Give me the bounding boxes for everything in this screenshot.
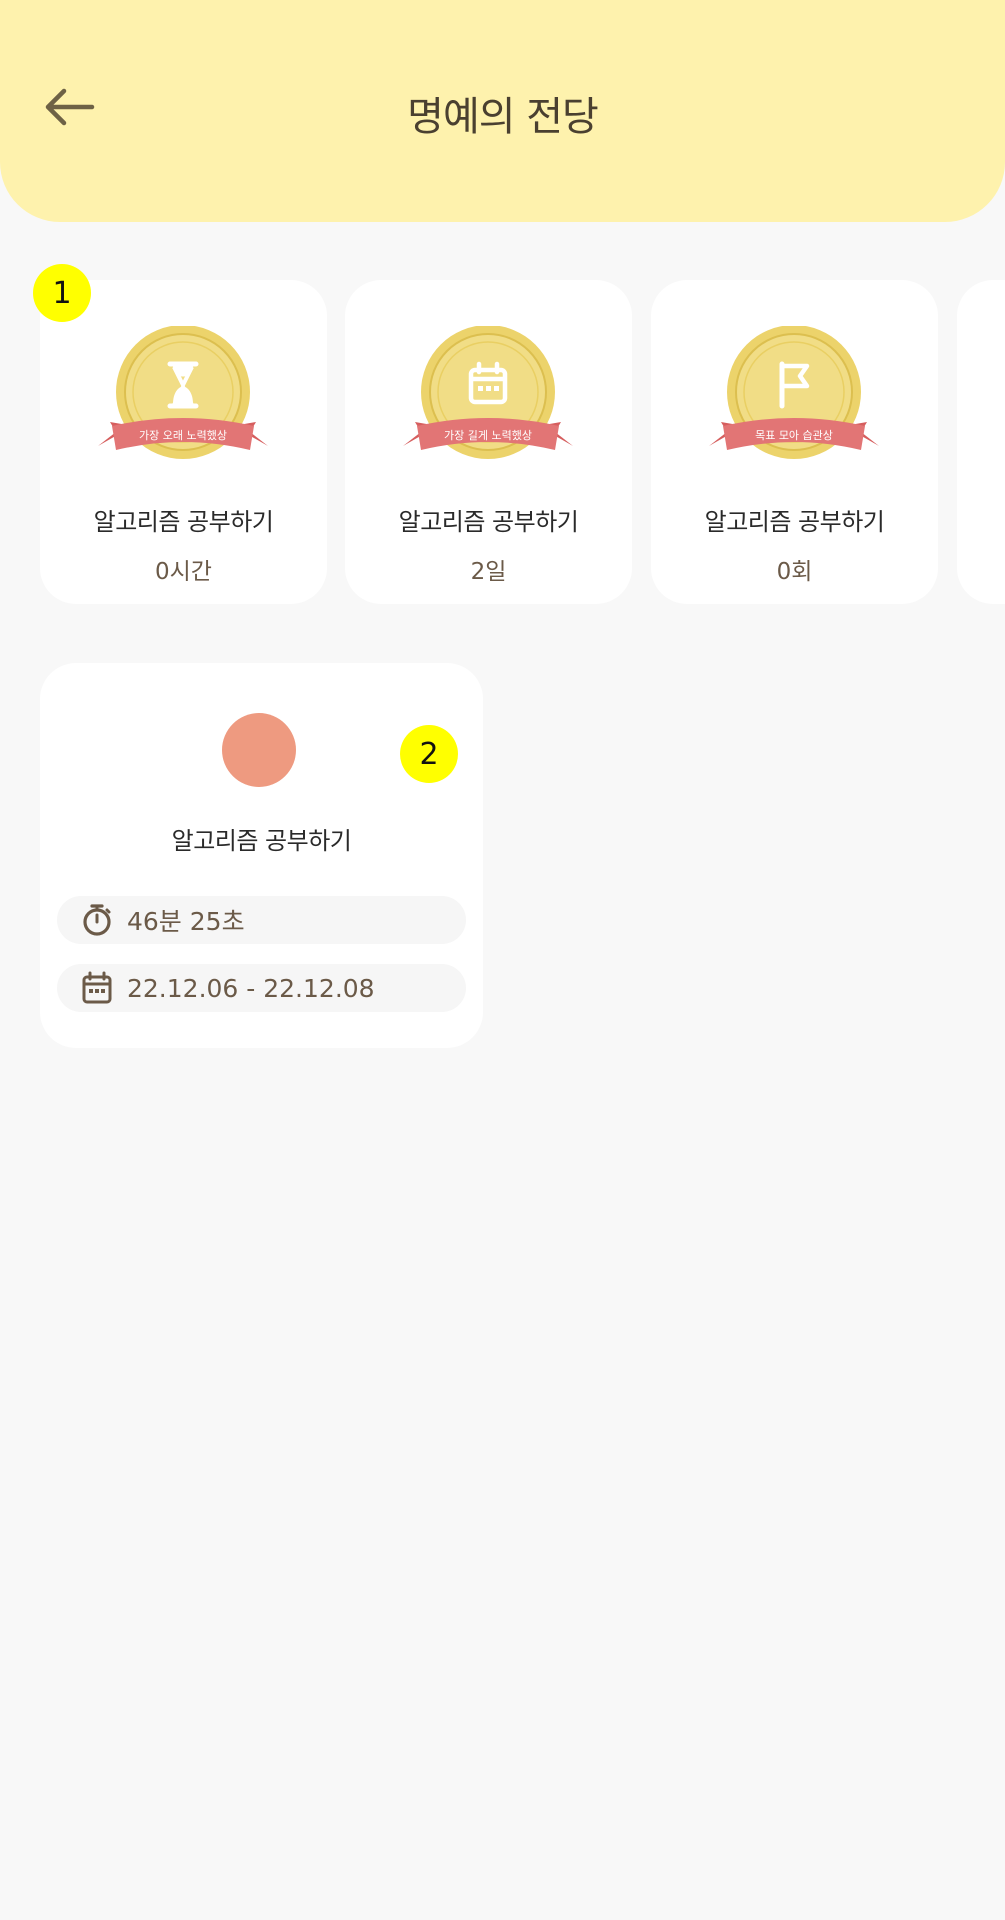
award-value: 2일 [470,559,507,585]
award-card-next[interactable] [957,280,1005,604]
awards-carousel[interactable]: 가장 오래 노력했상 알고리즘 공부하기 0시간 가장 길게 노력했상 알고리즘… [0,280,1005,604]
medal-badge: 가장 길게 노력했상 [403,326,573,459]
record-goal-name: 알고리즘 공부하기 [171,827,352,855]
award-value: 0시간 [155,559,212,585]
header: 명예의 전당 [0,0,1005,222]
duration-pill: 46분 25초 [57,896,466,944]
award-badge-label: 가장 오래 노력했상 [139,429,227,442]
stopwatch-icon [79,902,115,938]
period-text: 22.12.06 - 22.12.08 [127,973,375,1003]
award-card-habit[interactable]: 목표 모아 습관상 알고리즘 공부하기 0회 [651,280,938,604]
award-goal-name: 알고리즘 공부하기 [704,508,885,536]
duration-text: 46분 25초 [127,907,245,936]
marker-2: 2 [400,725,458,783]
goal-record-card[interactable]: 알고리즘 공부하기 46분 25초 22.12.06 - 22.12.08 [40,663,483,1048]
award-card-longest-time[interactable]: 가장 오래 노력했상 알고리즘 공부하기 0시간 [40,280,327,604]
period-pill: 22.12.06 - 22.12.08 [57,964,466,1012]
award-value: 0회 [776,559,813,585]
marker-1: 1 [33,264,91,322]
medal-badge: 목표 모아 습관상 [709,326,879,459]
award-badge-label: 가장 길게 노력했상 [444,429,532,442]
award-goal-name: 알고리즘 공부하기 [93,508,274,536]
award-card-longest-days[interactable]: 가장 길게 노력했상 알고리즘 공부하기 2일 [345,280,632,604]
page-title: 명예의 전당 [407,94,599,140]
award-badge-label: 목표 모아 습관상 [755,429,833,442]
medal-badge: 가장 오래 노력했상 [98,326,268,459]
calendar-icon [79,970,115,1006]
award-goal-name: 알고리즘 공부하기 [398,508,579,536]
goal-color-dot [222,713,296,787]
